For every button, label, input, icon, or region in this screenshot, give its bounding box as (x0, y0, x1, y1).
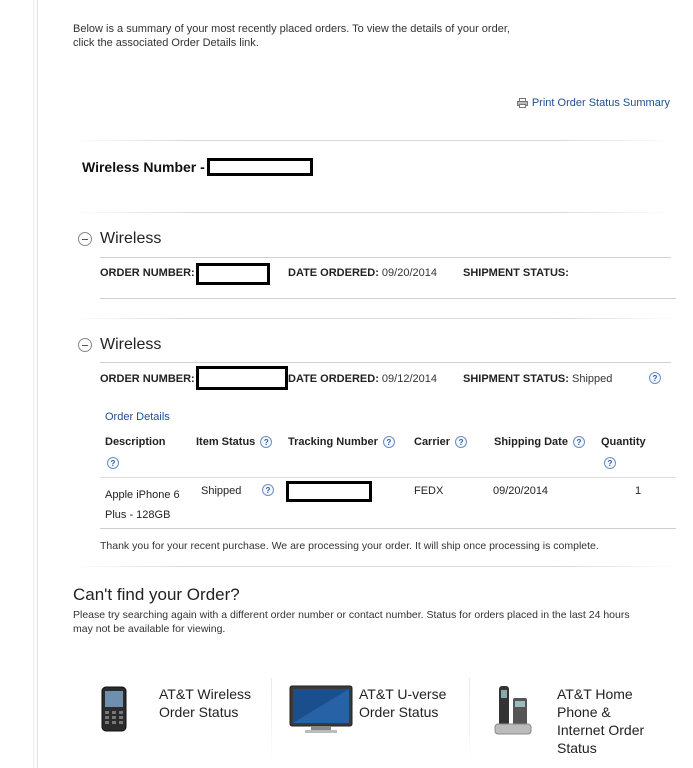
divider (68, 140, 678, 141)
description-help-icon[interactable]: ? (107, 457, 119, 469)
tile-separator (469, 678, 470, 768)
row-carrier: FEDX (414, 485, 444, 497)
collapse-icon[interactable] (78, 338, 92, 352)
order-2-number-label: ORDER NUMBER: (100, 373, 195, 385)
shipment-status-label: SHIPMENT STATUS: (463, 373, 569, 385)
shipment-status-label: SHIPMENT STATUS: (463, 267, 569, 279)
order-2-header[interactable]: Wireless (78, 336, 161, 354)
tile-wireless-order-status[interactable]: AT&T Wireless Order Status (73, 678, 269, 768)
row-description: Apple iPhone 6 Plus - 128GB (105, 485, 180, 525)
col-carrier-label: Carrier (414, 436, 451, 448)
monitor-icon (289, 685, 353, 738)
tile-uverse-order-status[interactable]: AT&T U-verse Order Status (273, 678, 469, 768)
order-1-number-label: ORDER NUMBER: (100, 267, 195, 279)
date-ordered-value: 09/20/2014 (381, 267, 437, 279)
col-quantity: Quantity (601, 436, 646, 448)
tile-home-phone-label: AT&T Home Phone & Internet Order Status (557, 686, 645, 756)
redacted-order-2-number (196, 366, 288, 390)
redacted-tracking-number (286, 481, 372, 502)
redacted-order-1-number (196, 263, 270, 285)
shipment-status-help-icon[interactable]: ? (649, 372, 661, 384)
col-description-label: Description (105, 436, 166, 448)
tracking-number-help-icon[interactable]: ? (382, 436, 395, 448)
intro-line-2: click the associated Order Details link. (73, 37, 259, 49)
row-item-status: Shipped (201, 485, 242, 497)
description-line-2: Plus - 128GB (105, 509, 171, 521)
col-tracking-number-label: Tracking Number (288, 436, 378, 448)
col-item-status: Item Status ? (196, 436, 273, 448)
quantity-help-icon[interactable]: ? (604, 457, 616, 469)
row-quantity: 1 (635, 485, 642, 497)
tile-home-phone-order-status[interactable]: AT&T Home Phone & Internet Order Status (471, 678, 667, 768)
col-shipping-date-label: Shipping Date (494, 436, 568, 448)
printer-icon (516, 98, 528, 108)
divider (100, 477, 676, 478)
col-tracking-number: Tracking Number ? (288, 436, 395, 448)
tile-uverse-label: AT&T U-verse Order Status (359, 686, 447, 720)
order-details-link[interactable]: Order Details (105, 411, 170, 423)
col-description: Description (105, 436, 166, 448)
order-2-status: SHIPMENT STATUS: Shipped (463, 373, 612, 385)
date-ordered-label: DATE ORDERED: (288, 373, 379, 385)
wireless-number-heading: Wireless Number - (82, 158, 313, 176)
divider (73, 318, 678, 319)
tile-separator (271, 678, 272, 768)
col-quantity-label: Quantity (601, 436, 646, 448)
divider (100, 528, 676, 529)
col-shipping-date: Shipping Date ? (494, 436, 585, 448)
print-link-label: Print Order Status Summary (531, 97, 670, 109)
divider (100, 362, 671, 363)
thank-you-message: Thank you for your recent purchase. We a… (100, 540, 599, 552)
shipping-date-help-icon[interactable]: ? (572, 436, 585, 448)
intro-line-1: Below is a summary of your most recently… (73, 23, 510, 35)
cant-find-line-2: may not be available for viewing. (73, 623, 226, 635)
order-1-status: SHIPMENT STATUS: (463, 267, 569, 279)
redacted-wireless-number (206, 158, 313, 176)
order-1-date: DATE ORDERED: 09/20/2014 (288, 267, 437, 279)
order-2-date: DATE ORDERED: 09/12/2014 (288, 373, 437, 385)
divider (100, 298, 676, 299)
wireless-number-label: Wireless Number - (82, 159, 205, 175)
intro-text: Below is a summary of your most recently… (73, 22, 543, 50)
col-carrier: Carrier ? (414, 436, 468, 448)
home-phone-icon (493, 684, 533, 739)
date-ordered-label: DATE ORDERED: (288, 267, 379, 279)
description-line-1: Apple iPhone 6 (105, 489, 180, 501)
cant-find-line-1: Please try searching again with a differ… (73, 609, 630, 621)
tile-wireless-label: AT&T Wireless Order Status (159, 686, 252, 720)
carrier-help-icon[interactable]: ? (455, 436, 468, 448)
row-item-status-help-icon[interactable]: ? (262, 484, 274, 496)
order-1-title: Wireless (100, 230, 162, 247)
divider (73, 212, 673, 213)
item-status-help-icon[interactable]: ? (260, 436, 273, 448)
mobile-phone-icon (101, 686, 127, 735)
divider (73, 566, 678, 567)
collapse-icon[interactable] (78, 232, 92, 246)
print-order-status-link[interactable]: Print Order Status Summary (516, 97, 670, 109)
date-ordered-value: 09/12/2014 (381, 373, 437, 385)
main-content: Below is a summary of your most recently… (38, 0, 693, 768)
col-item-status-label: Item Status (196, 436, 256, 448)
left-sidebar-edge (0, 0, 38, 768)
row-shipping-date: 09/20/2014 (493, 485, 549, 497)
shipment-status-value: Shipped (572, 373, 613, 385)
order-1-header[interactable]: Wireless (78, 230, 161, 248)
cant-find-order-text: Please try searching again with a differ… (73, 608, 663, 636)
cant-find-order-heading: Can't find your Order? (73, 585, 240, 604)
divider (100, 257, 671, 258)
order-2-title: Wireless (100, 336, 162, 353)
